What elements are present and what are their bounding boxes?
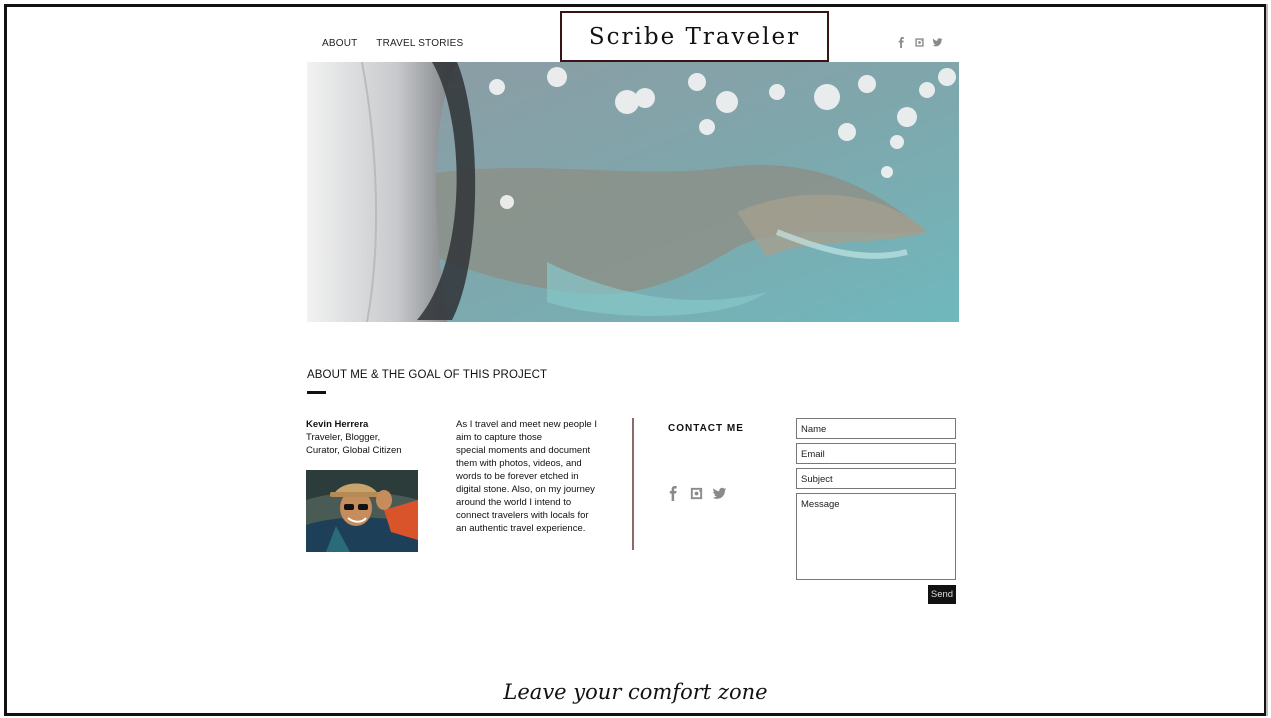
author-photo: [306, 470, 418, 552]
section-divider: [632, 418, 634, 550]
facebook-icon[interactable]: [896, 37, 907, 48]
about-section-title: ABOUT ME & THE GOAL OF THIS PROJECT: [307, 369, 548, 381]
contact-form: Name Email Subject Message: [796, 418, 956, 584]
facebook-icon[interactable]: [666, 486, 681, 501]
email-field[interactable]: Email: [796, 443, 956, 464]
bio-line: aim to capture those: [456, 432, 543, 443]
scrollbar-track[interactable]: [1266, 4, 1268, 716]
logo-text: Scribe Traveler: [588, 23, 801, 50]
bio-line: an authentic travel experience.: [456, 523, 586, 534]
nav-item-about[interactable]: ABOUT: [322, 38, 357, 49]
twitter-icon[interactable]: [712, 486, 727, 501]
author-role-line-2: Curator, Global Citizen: [306, 445, 402, 456]
instagram-icon[interactable]: [689, 486, 704, 501]
footer-tagline: Leave your comfort zone: [503, 680, 768, 704]
contact-title: CONTACT ME: [668, 423, 744, 434]
bio-line: words to be forever etched in: [456, 471, 579, 482]
main-nav: ABOUT TRAVEL STORIES: [322, 38, 479, 49]
hero-image: [307, 62, 959, 322]
author-name: Kevin Herrera: [306, 419, 369, 430]
title-underline: [307, 391, 326, 394]
author-info: Kevin Herrera Traveler, Blogger, Curator…: [306, 418, 402, 457]
message-field[interactable]: Message: [796, 493, 956, 580]
bio-line: them with photos, videos, and: [456, 458, 582, 469]
aerial-island-image: [307, 62, 959, 322]
about-bio: As I travel and meet new people I aim to…: [456, 418, 606, 535]
subject-field[interactable]: Subject: [796, 468, 956, 489]
contact-social-links: [666, 486, 727, 501]
nav-item-travel-stories[interactable]: TRAVEL STORIES: [376, 38, 463, 49]
instagram-icon[interactable]: [914, 37, 925, 48]
site-logo[interactable]: Scribe Traveler: [560, 11, 829, 62]
bio-line: As I travel and meet new people I: [456, 419, 597, 430]
bio-line: connect travelers with locals for: [456, 510, 589, 521]
twitter-icon[interactable]: [932, 37, 943, 48]
name-field[interactable]: Name: [796, 418, 956, 439]
author-role-line-1: Traveler, Blogger,: [306, 432, 381, 443]
bio-line: digital stone. Also, on my journey: [456, 484, 595, 495]
bio-line: around the world I intend to: [456, 497, 572, 508]
author-selfie-image: [306, 470, 418, 552]
send-button[interactable]: Send: [928, 585, 956, 604]
bio-line: special moments and document: [456, 445, 591, 456]
header-social-links: [896, 37, 943, 48]
